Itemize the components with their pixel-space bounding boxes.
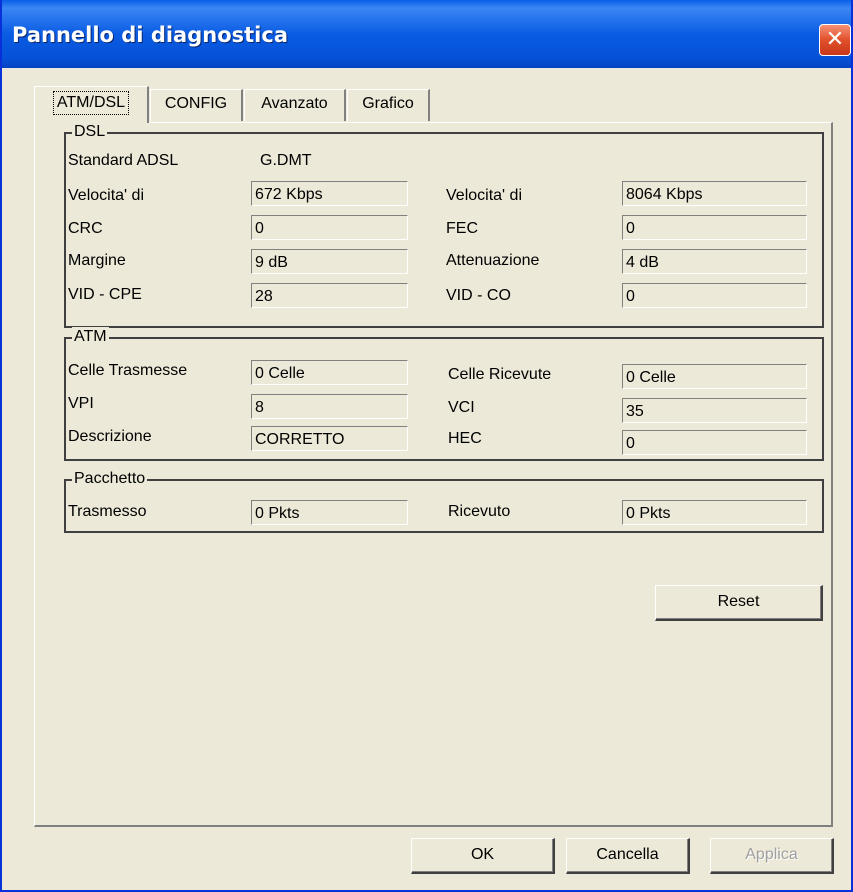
atm-group: ATM Celle Trasmesse 0 Celle Celle Ricevu… <box>64 327 824 461</box>
attenuation-field: 4 dB <box>622 249 807 274</box>
tab-atm-dsl-label: ATM/DSL <box>52 91 130 115</box>
fec-label: FEC <box>446 220 478 237</box>
vci-label: VCI <box>448 399 475 416</box>
crc-label: CRC <box>68 220 103 237</box>
vid-co-label: VID - CO <box>446 287 511 304</box>
downstream-speed-field: 8064 Kbps <box>622 181 807 206</box>
vid-cpe-field: 28 <box>251 283 408 308</box>
downstream-speed-label: Velocita' di <box>446 187 522 204</box>
attenuation-label: Attenuazione <box>446 252 540 269</box>
margin-label: Margine <box>68 252 126 269</box>
packets-received-label: Ricevuto <box>448 503 511 520</box>
title-bar[interactable]: Pannello di diagnostica ✕ <box>2 0 851 68</box>
standard-adsl-value: G.DMT <box>260 152 312 169</box>
fec-field: 0 <box>622 215 807 240</box>
window-title: Pannello di diagnostica <box>12 23 288 47</box>
close-button[interactable]: ✕ <box>819 24 851 56</box>
packet-group: Pacchetto Trasmesso 0 Pkts Ricevuto 0 Pk… <box>64 469 824 533</box>
vci-field: 35 <box>622 398 807 423</box>
tab-config[interactable]: CONFIG <box>150 89 243 121</box>
description-field: CORRETTO <box>251 426 408 451</box>
packet-group-legend: Pacchetto <box>72 469 148 489</box>
packets-sent-label: Trasmesso <box>68 503 147 520</box>
dsl-group-legend: DSL <box>72 122 108 142</box>
standard-adsl-label: Standard ADSL <box>68 152 179 169</box>
description-label: Descrizione <box>68 428 152 445</box>
cancel-button[interactable]: Cancella <box>566 838 690 874</box>
cells-received-field: 0 Celle <box>622 364 807 389</box>
crc-field: 0 <box>251 215 408 240</box>
diagnostic-dialog: Pannello di diagnostica ✕ ATM/DSL CONFIG… <box>0 0 853 892</box>
reset-button[interactable]: Reset <box>655 585 823 621</box>
ok-button[interactable]: OK <box>411 838 555 874</box>
hec-label: HEC <box>448 430 482 447</box>
cells-received-label: Celle Ricevute <box>448 366 552 383</box>
hec-field: 0 <box>622 430 807 455</box>
atm-group-legend: ATM <box>72 327 109 347</box>
apply-button[interactable]: Applica <box>710 838 834 874</box>
margin-field: 9 dB <box>251 249 408 274</box>
cells-sent-label: Celle Trasmesse <box>68 362 188 379</box>
tab-panel-atm-dsl: DSL Standard ADSL G.DMT Velocita' di 672… <box>34 122 833 827</box>
packets-received-field: 0 Pkts <box>622 500 807 525</box>
vid-co-field: 0 <box>622 283 807 308</box>
tab-avanzato[interactable]: Avanzato <box>244 89 346 121</box>
dsl-group: DSL Standard ADSL G.DMT Velocita' di 672… <box>64 122 824 328</box>
tab-grafico[interactable]: Grafico <box>347 89 430 121</box>
packets-sent-field: 0 Pkts <box>251 500 408 525</box>
vpi-field: 8 <box>251 394 408 419</box>
cells-sent-field: 0 Celle <box>251 360 408 385</box>
upstream-speed-field: 672 Kbps <box>251 181 408 206</box>
vid-cpe-label: VID - CPE <box>68 286 142 303</box>
vpi-label: VPI <box>68 395 94 412</box>
upstream-speed-label: Velocita' di <box>68 187 144 204</box>
tab-atm-dsl[interactable]: ATM/DSL <box>34 86 149 123</box>
